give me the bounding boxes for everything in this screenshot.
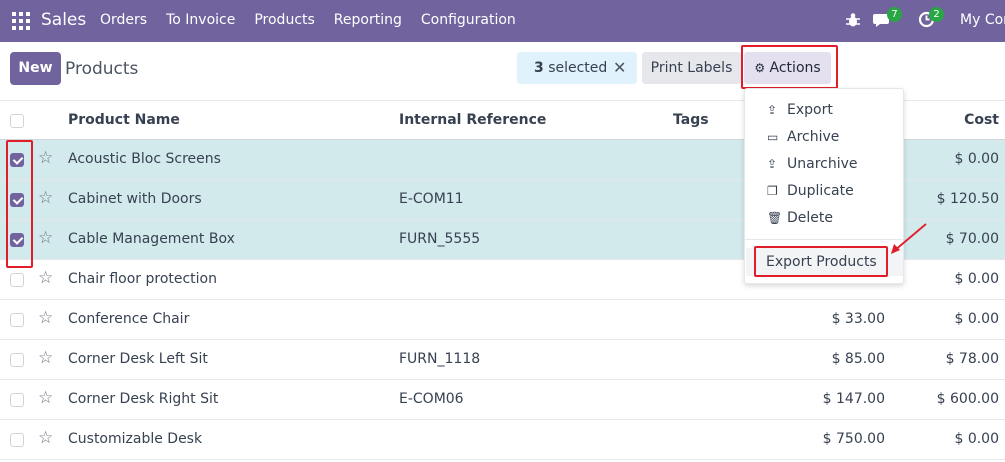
selected-count: 3 <box>534 60 544 76</box>
product-name: Cable Management Box <box>68 231 235 247</box>
star-icon[interactable]: ☆ <box>38 228 53 248</box>
actions-highlight-box <box>741 45 838 89</box>
product-name: Conference Chair <box>68 311 190 327</box>
product-name: Acoustic Bloc Screens <box>68 151 221 167</box>
activity-count-badge: 2 <box>929 7 944 22</box>
row-checkbox[interactable] <box>10 273 24 287</box>
main-menu: Orders To Invoice Products Reporting Con… <box>100 12 535 28</box>
product-name: Corner Desk Left Sit <box>68 351 208 367</box>
table-row[interactable]: ☆ Customizable Desk $ 750.00 $ 0.00 <box>0 420 1005 460</box>
product-name: Customizable Desk <box>68 431 203 447</box>
cost-value: $ 0.00 <box>954 271 999 287</box>
internal-reference: FURN_5555 <box>399 231 481 247</box>
unarchive-icon: ⇪ <box>767 157 778 171</box>
menu-item-label: Archive <box>787 129 840 145</box>
cost-value: $ 0.00 <box>954 431 999 447</box>
selection-indicator: 3 selected ✕ <box>517 52 637 84</box>
export-products-highlight-box <box>754 246 888 277</box>
star-icon[interactable]: ☆ <box>38 428 53 448</box>
menu-item-archive[interactable]: ▭ Archive <box>767 129 839 145</box>
sales-price: $ 147.00 <box>822 391 885 407</box>
table-row[interactable]: ☆ Conference Chair $ 33.00 $ 0.00 <box>0 300 1005 340</box>
row-checkbox[interactable] <box>10 313 24 327</box>
top-navbar: Sales Orders To Invoice Products Reporti… <box>0 0 1005 42</box>
print-labels-button[interactable]: Print Labels <box>642 52 741 84</box>
menu-item-label: Delete <box>787 210 833 226</box>
sales-price: $ 85.00 <box>831 351 885 367</box>
sales-price: $ 33.00 <box>831 311 885 327</box>
row-checkbox[interactable] <box>10 433 24 447</box>
menu-item-to-invoice[interactable]: To Invoice <box>166 12 235 28</box>
annotation-arrow <box>891 223 927 254</box>
duplicate-icon: ❐ <box>767 184 778 198</box>
new-button[interactable]: New <box>10 52 61 85</box>
star-icon[interactable]: ☆ <box>38 148 53 168</box>
menu-item-products[interactable]: Products <box>254 12 314 28</box>
menu-item-unarchive[interactable]: ⇪ Unarchive <box>767 156 858 172</box>
selected-label: selected <box>543 60 608 76</box>
table-row[interactable]: ☆ Corner Desk Right Sit E-COM06 $ 147.00 $ 6… <box>0 380 1005 420</box>
page-title: Products <box>65 59 139 79</box>
sales-price: $ 750.00 <box>822 431 885 447</box>
star-icon[interactable]: ☆ <box>38 348 53 368</box>
cost-value: $ 0.00 <box>954 151 999 167</box>
column-header-ref[interactable]: Internal Reference <box>399 112 546 128</box>
menu-item-label: Export <box>787 102 833 118</box>
internal-reference: E-COM11 <box>399 191 464 207</box>
product-name: Cabinet with Doors <box>68 191 202 207</box>
cost-value: $ 70.00 <box>945 231 999 247</box>
product-name: Corner Desk Right Sit <box>68 391 219 407</box>
menu-item-orders[interactable]: Orders <box>100 12 147 28</box>
checkbox-highlight-box <box>6 140 33 268</box>
company-switcher[interactable]: My Com <box>960 12 1005 28</box>
trash-icon: 🗑 <box>767 211 783 225</box>
star-icon[interactable]: ☆ <box>38 188 53 208</box>
cost-value: $ 0.00 <box>954 311 999 327</box>
column-header-cost[interactable]: Cost <box>964 112 999 128</box>
column-header-name[interactable]: Product Name <box>68 112 180 128</box>
row-checkbox[interactable] <box>10 393 24 407</box>
close-icon[interactable]: ✕ <box>613 52 626 84</box>
menu-item-duplicate[interactable]: ❐ Duplicate <box>767 183 854 199</box>
chat-count-badge: 7 <box>887 7 902 22</box>
menu-item-export[interactable]: ⇪ Export <box>767 102 833 118</box>
apps-grid-icon[interactable] <box>12 12 30 30</box>
cost-value: $ 120.50 <box>936 191 999 207</box>
product-name: Chair floor protection <box>68 271 217 287</box>
select-all-checkbox[interactable] <box>10 114 24 128</box>
column-header-tags[interactable]: Tags <box>673 112 709 128</box>
menu-item-label: Duplicate <box>787 183 854 199</box>
table-row[interactable]: ☆ Corner Desk Left Sit FURN_1118 $ 85.00 $ 7… <box>0 340 1005 380</box>
star-icon[interactable]: ☆ <box>38 268 53 288</box>
menu-item-label: Unarchive <box>787 156 858 172</box>
star-icon[interactable]: ☆ <box>38 388 53 408</box>
cost-value: $ 600.00 <box>936 391 999 407</box>
menu-item-delete[interactable]: 🗑 Delete <box>767 210 833 226</box>
row-checkbox[interactable] <box>10 353 24 367</box>
internal-reference: E-COM06 <box>399 391 464 407</box>
upload-icon: ⇪ <box>767 103 778 117</box>
bug-icon[interactable] <box>846 12 860 28</box>
app-brand[interactable]: Sales <box>41 10 86 30</box>
internal-reference: FURN_1118 <box>399 351 481 367</box>
menu-item-configuration[interactable]: Configuration <box>421 12 516 28</box>
star-icon[interactable]: ☆ <box>38 308 53 328</box>
archive-icon: ▭ <box>767 130 779 144</box>
menu-item-reporting[interactable]: Reporting <box>334 12 402 28</box>
cost-value: $ 78.00 <box>945 351 999 367</box>
